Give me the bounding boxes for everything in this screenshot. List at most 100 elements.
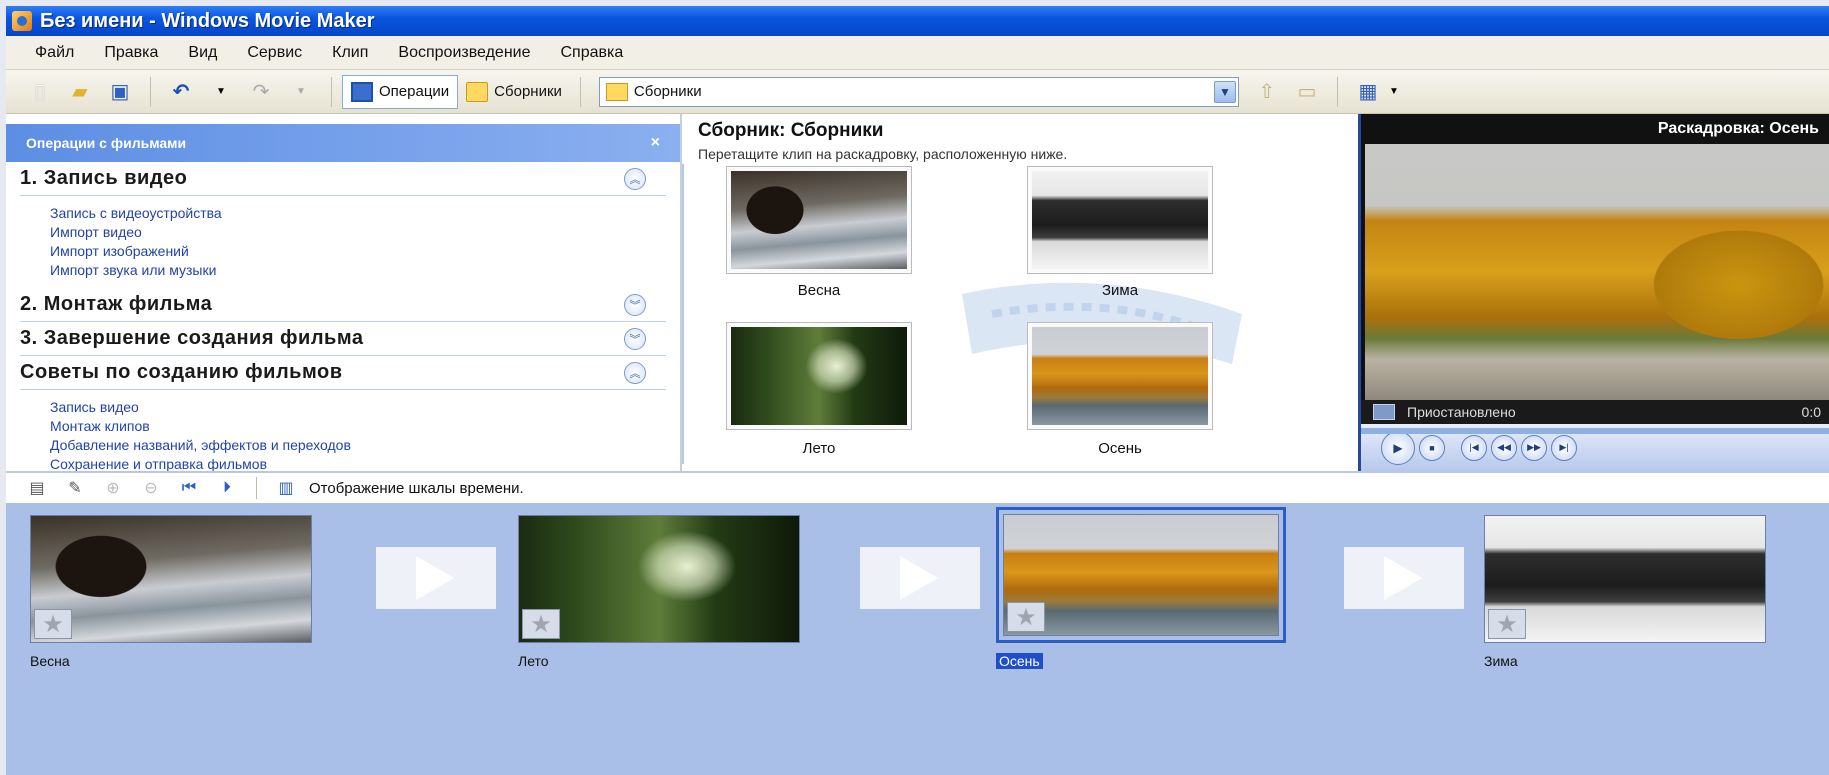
collection-clip[interactable] <box>1027 322 1213 430</box>
transition-slot[interactable] <box>376 547 496 609</box>
collection-folder-icon <box>605 82 628 101</box>
collection-pane: Сборник: Сборники Перетащите клип на рас… <box>682 114 1358 471</box>
task-link[interactable]: Запись видео <box>50 398 666 417</box>
stop-icon[interactable]: ■ <box>1419 434 1445 461</box>
seek-bar[interactable] <box>1361 428 1829 434</box>
collection-description: Перетащите клип на раскадровку, располож… <box>698 146 1068 162</box>
rewind-icon[interactable]: ◀◀ <box>1491 434 1517 461</box>
close-icon[interactable]: × <box>651 134 660 152</box>
next-frame-icon[interactable]: ▶| <box>1551 434 1577 461</box>
chevron-down-icon[interactable]: ︾ <box>624 327 646 350</box>
chevron-down-icon[interactable]: ▼ <box>1213 80 1236 103</box>
audio-levels-icon[interactable]: ✎ <box>65 478 85 498</box>
collection-clip[interactable] <box>726 166 912 274</box>
playback-time: 0:0 <box>1801 404 1821 420</box>
redo-icon[interactable]: ↷ <box>249 80 273 104</box>
new-collection-icon[interactable]: ▭ <box>1295 80 1319 104</box>
menu-clip[interactable]: Клип <box>317 44 383 62</box>
toolbar-separator <box>256 477 257 499</box>
toolbar-separator <box>1336 76 1338 107</box>
redo-dropdown-icon[interactable]: ▼ <box>289 80 313 104</box>
save-icon[interactable]: ▣ <box>108 80 132 104</box>
video-effect-icon[interactable]: ★ <box>522 609 560 639</box>
undo-dropdown-icon[interactable]: ▼ <box>209 80 233 104</box>
storyboard-clip-label: Осень <box>996 653 1043 669</box>
preview-screen <box>1365 144 1829 400</box>
task-link[interactable]: Импорт изображений <box>50 242 666 261</box>
clip-thumbnail <box>1032 171 1208 269</box>
video-effect-icon[interactable]: ★ <box>34 609 72 639</box>
section-title: 2. Монтаж фильма <box>20 293 213 315</box>
menu-edit[interactable]: Правка <box>89 44 173 62</box>
toolbar-separator <box>331 76 332 107</box>
clip-thumbnail <box>518 515 800 643</box>
storyboard-clip[interactable]: ★ <box>30 515 312 643</box>
narrate-icon[interactable]: ▤ <box>27 478 47 498</box>
menu-help[interactable]: Справка <box>545 44 638 62</box>
fullscreen-icon[interactable] <box>1373 404 1395 420</box>
video-effect-icon[interactable]: ★ <box>1007 602 1045 632</box>
rewind-storyboard-icon[interactable]: ⏮ <box>179 478 199 498</box>
collection-select[interactable]: Сборники ▼ <box>598 76 1239 107</box>
storyboard-clip[interactable]: ★ <box>1484 515 1766 643</box>
menu-bar: Файл Правка Вид Сервис Клип Воспроизведе… <box>6 36 1829 70</box>
collections-button[interactable]: Сборники <box>458 75 570 109</box>
zoom-in-icon[interactable]: ⊕ <box>103 478 123 498</box>
window-title: Без имени - Windows Movie Maker <box>40 9 375 32</box>
views-dropdown-icon[interactable]: ▼ <box>1382 80 1406 104</box>
menu-file[interactable]: Файл <box>20 44 89 62</box>
task-link[interactable]: Добавление названий, эффектов и переходо… <box>50 436 666 455</box>
task-link[interactable]: Импорт звука или музыки <box>50 261 666 280</box>
tasks-header-title: Операции с фильмами <box>26 135 187 151</box>
show-timeline-button[interactable]: Отображение шкалы времени. <box>309 480 524 497</box>
toolbar-separator <box>579 76 581 107</box>
section-header[interactable]: 2. Монтаж фильма ︾ <box>20 288 666 322</box>
section-header[interactable]: 1. Запись видео ︽ <box>20 162 666 196</box>
undo-icon[interactable]: ↶ <box>169 80 193 104</box>
folder-up-icon[interactable]: ⇧ <box>1255 80 1279 104</box>
storyboard-clip[interactable]: ★ <box>518 515 800 643</box>
menu-tools[interactable]: Сервис <box>232 44 317 62</box>
chevron-down-icon[interactable]: ︾ <box>624 293 646 316</box>
collection-clip[interactable] <box>1027 166 1213 274</box>
views-icon[interactable]: ▦ <box>1356 80 1380 104</box>
menu-play[interactable]: Воспроизведение <box>383 44 545 62</box>
task-section-tips: Советы по созданию фильмов ︽ Запись виде… <box>20 356 666 482</box>
clip-thumbnail <box>30 515 312 643</box>
play-storyboard-icon[interactable]: ⏵ <box>217 478 237 498</box>
video-effect-icon[interactable]: ★ <box>1488 609 1526 639</box>
main-toolbar: ▯ ▰ ▣ ↶ ▼ ↷ ▼ Операции Сборники Сборники… <box>6 70 1829 114</box>
movie-tasks-pane: Операции с фильмами × 1. Запись видео ︽ … <box>6 114 682 472</box>
timeline-icon[interactable]: ▥ <box>276 478 296 498</box>
forward-icon[interactable]: ▶▶ <box>1521 434 1547 461</box>
clip-thumbnail <box>731 171 907 269</box>
zoom-out-icon[interactable]: ⊖ <box>141 478 161 498</box>
storyboard-clip-selected[interactable]: ★ <box>996 507 1286 643</box>
play-icon[interactable]: ▶ <box>1381 430 1415 465</box>
clip-label: Лето <box>802 440 836 457</box>
operations-icon <box>351 81 373 102</box>
operations-button[interactable]: Операции <box>342 74 459 109</box>
storyboard-clip-label: Весна <box>30 653 70 669</box>
transition-slot[interactable] <box>860 547 980 609</box>
new-project-icon[interactable]: ▯ <box>28 80 52 104</box>
open-project-icon[interactable]: ▰ <box>68 80 92 104</box>
task-link[interactable]: Монтаж клипов <box>50 417 666 436</box>
section-header[interactable]: 3. Завершение создания фильма ︾ <box>20 322 666 356</box>
chevron-up-icon[interactable]: ︽ <box>624 167 646 190</box>
task-link[interactable]: Импорт видео <box>50 223 666 242</box>
pane-divider[interactable] <box>682 164 684 464</box>
transition-slot[interactable] <box>1344 547 1464 609</box>
menu-view[interactable]: Вид <box>173 44 232 62</box>
task-link[interactable]: Запись с видеоустройства <box>50 204 666 223</box>
preview-monitor: Раскадровка: Осень Приостановлено 0:0 ▶ … <box>1358 114 1829 471</box>
collection-clip[interactable] <box>726 322 912 430</box>
tasks-header: Операции с фильмами × <box>6 124 680 162</box>
task-section-capture: 1. Запись видео ︽ Запись с видеоустройст… <box>20 162 666 288</box>
title-bar[interactable]: Без имени - Windows Movie Maker <box>6 6 1829 36</box>
storyboard-toolbar: ▤ ✎ ⊕ ⊖ ⏮ ⏵ ▥ Отображение шкалы времени. <box>6 471 1829 503</box>
previous-frame-icon[interactable]: |◀ <box>1461 434 1487 461</box>
section-header[interactable]: Советы по созданию фильмов ︽ <box>20 356 666 390</box>
chevron-up-icon[interactable]: ︽ <box>624 361 646 384</box>
task-section-edit: 2. Монтаж фильма ︾ <box>20 288 666 322</box>
